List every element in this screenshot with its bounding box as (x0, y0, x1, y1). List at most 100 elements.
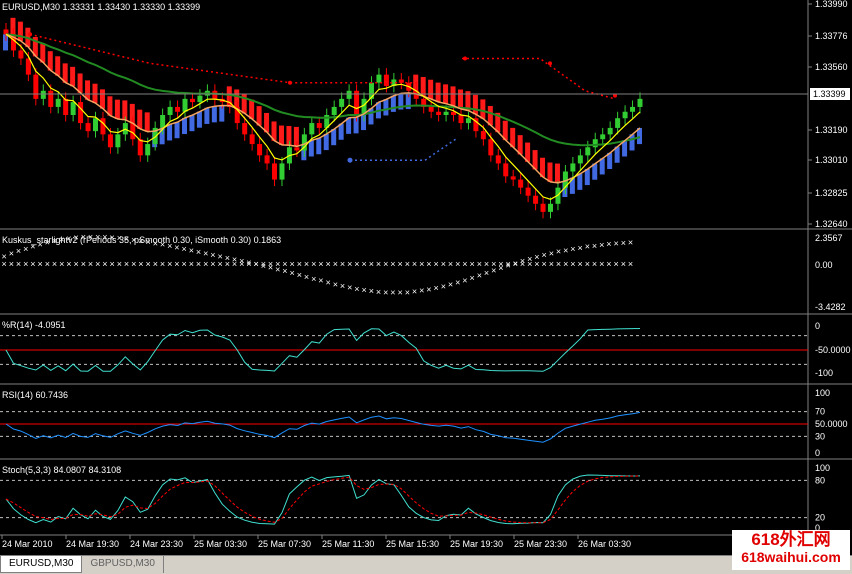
price-axis-label: 1.33560 (815, 62, 848, 72)
kuskus-oscillator-mark: × (95, 232, 100, 242)
bull-candle (145, 144, 151, 156)
kuskus-baseline-mark: × (390, 259, 395, 269)
kuskus-oscillator-mark: × (599, 240, 604, 250)
kuskus-baseline-mark: × (441, 259, 446, 269)
kuskus-baseline-mark: × (592, 259, 597, 269)
kuskus-baseline-mark: × (189, 259, 194, 269)
bear-candle (503, 163, 509, 177)
kuskus-baseline-mark: × (174, 259, 179, 269)
bear-band-bar (450, 86, 456, 106)
bear-candle (175, 106, 181, 112)
kuskus-oscillator-mark: × (275, 264, 280, 274)
bull-band-bar (316, 138, 322, 155)
kuskus-baseline-mark: × (614, 259, 619, 269)
kuskus-oscillator-mark: × (38, 239, 43, 249)
kuskus-oscillator-mark: × (311, 274, 316, 284)
kuskus-baseline-mark: × (160, 259, 165, 269)
kuskus-baseline-mark: × (606, 259, 611, 269)
kuskus-oscillator-mark: × (563, 245, 568, 255)
bear-candle (63, 98, 69, 115)
kuskus-oscillator-mark: × (290, 268, 295, 278)
bear-band-bar (547, 162, 553, 182)
bear-candle (495, 155, 501, 164)
bear-candle (488, 139, 494, 156)
bear-candle (525, 187, 531, 196)
kuskus-baseline-mark: × (448, 259, 453, 269)
kuskus-baseline-mark: × (585, 259, 590, 269)
wpr-level-label: 0 (815, 321, 820, 331)
bull-band-bar (584, 168, 590, 186)
time-axis-label: 25 Mar 19:30 (450, 539, 503, 549)
kuskus-oscillator-mark: × (167, 241, 172, 251)
kuskus-baseline-mark: × (117, 259, 122, 269)
kuskus-baseline-mark: × (412, 259, 417, 269)
kuskus-level-label: -3.4282 (815, 302, 846, 312)
chart-window[interactable]: EURUSD,M30 1.33331 1.33430 1.33330 1.333… (0, 0, 852, 574)
kuskus-oscillator-mark: × (383, 287, 388, 297)
kuskus-baseline-mark: × (621, 259, 626, 269)
kuskus-baseline-mark: × (477, 259, 482, 269)
bull-band-bar (189, 115, 195, 132)
kuskus-baseline-mark: × (30, 259, 35, 269)
kuskus-oscillator-mark: × (261, 261, 266, 271)
watermark-line1: 618外汇网 (751, 530, 831, 549)
bear-band-bar (55, 56, 61, 76)
kuskus-baseline-mark: × (196, 259, 201, 269)
kuskus-baseline-mark: × (470, 259, 475, 269)
kuskus-baseline-mark: × (210, 259, 215, 269)
bear-candle (257, 144, 263, 156)
kuskus-oscillator-mark: × (340, 281, 345, 291)
bull-band-bar (331, 129, 337, 146)
bear-candle (316, 123, 322, 128)
kuskus-oscillator-mark: × (441, 281, 446, 291)
kuskus-oscillator-mark: × (484, 268, 489, 278)
bull-candle (167, 106, 173, 115)
resistance-line-2 (462, 57, 616, 100)
stoch-level-label: 20 (815, 513, 825, 523)
kuskus-baseline-mark: × (340, 259, 345, 269)
kuskus-oscillator-mark: × (225, 253, 230, 263)
bull-band-bar (204, 107, 210, 124)
kuskus-baseline-mark: × (549, 259, 554, 269)
time-axis-label: 24 Mar 23:30 (130, 539, 183, 549)
bear-band-bar (70, 66, 76, 87)
kuskus-oscillator-mark: × (282, 266, 287, 276)
bear-band-bar (472, 94, 478, 115)
bear-band-bar (428, 79, 434, 100)
kuskus-baseline-mark: × (203, 259, 208, 269)
bear-candle (272, 163, 278, 180)
kuskus-oscillator-mark: × (52, 236, 57, 246)
bear-band-bar (480, 99, 486, 119)
wpr-level-label: -100 (815, 368, 833, 378)
support-line (350, 136, 459, 161)
chart-canvas[interactable]: EURUSD,M30 1.33331 1.33430 1.33330 1.333… (0, 0, 852, 555)
kuskus-baseline-mark: × (59, 259, 64, 269)
kuskus-baseline-mark: × (362, 259, 367, 269)
kuskus-baseline-mark: × (138, 259, 143, 269)
bull-candle (615, 118, 621, 128)
kuskus-oscillator-mark: × (527, 254, 532, 264)
kuskus-baseline-mark: × (124, 259, 129, 269)
kuskus-oscillator-mark: × (542, 250, 547, 260)
stoch-header: Stoch(5,3,3) 84.0807 84.3108 (2, 465, 121, 475)
kuskus-baseline-mark: × (563, 259, 568, 269)
bull-candle (115, 134, 121, 148)
bull-band-bar (577, 173, 583, 190)
tab-gbpusd-m30[interactable]: GBPUSD,M30 (82, 556, 164, 573)
rsi-header: RSI(14) 60.7436 (2, 390, 68, 400)
bull-candle (197, 95, 203, 103)
time-axis-label: 25 Mar 07:30 (258, 539, 311, 549)
tab-eurusd-m30[interactable]: EURUSD,M30 (0, 556, 83, 573)
kuskus-oscillator-mark: × (628, 237, 633, 247)
bear-band-bar (92, 83, 98, 104)
bull-candle (600, 134, 606, 140)
bull-candle (637, 98, 643, 107)
kuskus-oscillator-mark: × (326, 278, 331, 288)
kuskus-oscillator-mark: × (556, 247, 561, 257)
bear-band-bar (114, 99, 120, 120)
price-axis-label: 1.32640 (815, 219, 848, 229)
kuskus-oscillator-mark: × (131, 235, 136, 245)
bull-candle (40, 90, 46, 99)
kuskus-baseline-mark: × (66, 259, 71, 269)
kuskus-oscillator-mark: × (369, 286, 374, 296)
